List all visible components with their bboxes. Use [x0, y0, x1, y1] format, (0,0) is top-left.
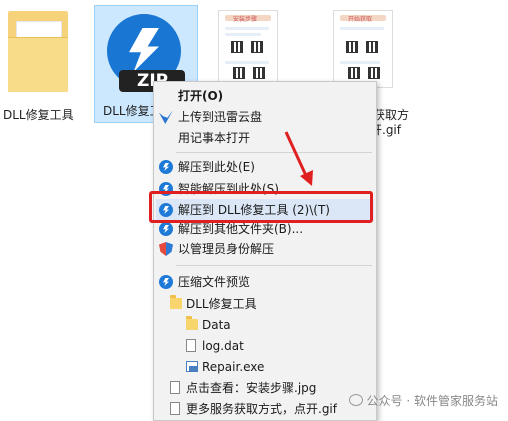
menu-separator: [176, 152, 372, 153]
menu-item-open[interactable]: 打开(O): [154, 85, 376, 107]
bird-icon: [159, 110, 173, 124]
bandizip-icon: [159, 222, 173, 236]
bandizip-icon: [159, 160, 173, 174]
gif-thumbnail[interactable]: 开始获取: [333, 10, 393, 88]
menu-item-open-notepad[interactable]: 用记事本打开: [154, 127, 376, 149]
tree-item-gif-file[interactable]: 更多服务获取方式，点开.gif: [154, 398, 376, 420]
tree-item-root-folder[interactable]: DLL修复工具: [154, 293, 376, 315]
image-file-icon: [170, 402, 180, 415]
image-file-icon: [170, 381, 180, 394]
context-menu: 打开(O) 上传到迅雷云盘 用记事本打开 解压到此处(E) 智能解压到此处(S)…: [153, 81, 377, 421]
bandizip-icon: [159, 275, 173, 289]
tree-item-repair-exe[interactable]: Repair.exe: [154, 356, 376, 378]
exe-icon: [186, 361, 198, 372]
menu-item-upload-xunlei[interactable]: 上传到迅雷云盘: [154, 106, 376, 128]
tree-item-jpg-file[interactable]: 点击查看：安装步骤.jpg: [154, 377, 376, 399]
shield-icon: [159, 242, 173, 256]
highlight-annotation-box: [149, 191, 373, 223]
file-label: DLL修复工具: [3, 108, 74, 122]
menu-separator: [176, 265, 372, 266]
folder-icon: [186, 316, 198, 330]
tree-item-data-folder[interactable]: Data: [154, 314, 376, 336]
folder-file-dll-tool[interactable]: DLL修复工具: [0, 5, 80, 123]
menu-item-admin-extract[interactable]: 以管理员身份解压: [154, 238, 376, 260]
folder-icon: [170, 295, 182, 309]
red-arrow-annotation: [284, 131, 313, 186]
menu-item-extract-here[interactable]: 解压到此处(E): [154, 156, 376, 178]
wechat-icon: [348, 394, 363, 406]
jpg-thumbnail[interactable]: 安装步骤: [218, 10, 278, 88]
folder-icon: [8, 11, 68, 92]
file-icon: [186, 339, 196, 352]
watermark: 公众号 · 软件管家服务站: [348, 392, 498, 409]
tree-item-log-file[interactable]: log.dat: [154, 335, 376, 357]
menu-item-preview[interactable]: 压缩文件预览: [154, 271, 376, 293]
